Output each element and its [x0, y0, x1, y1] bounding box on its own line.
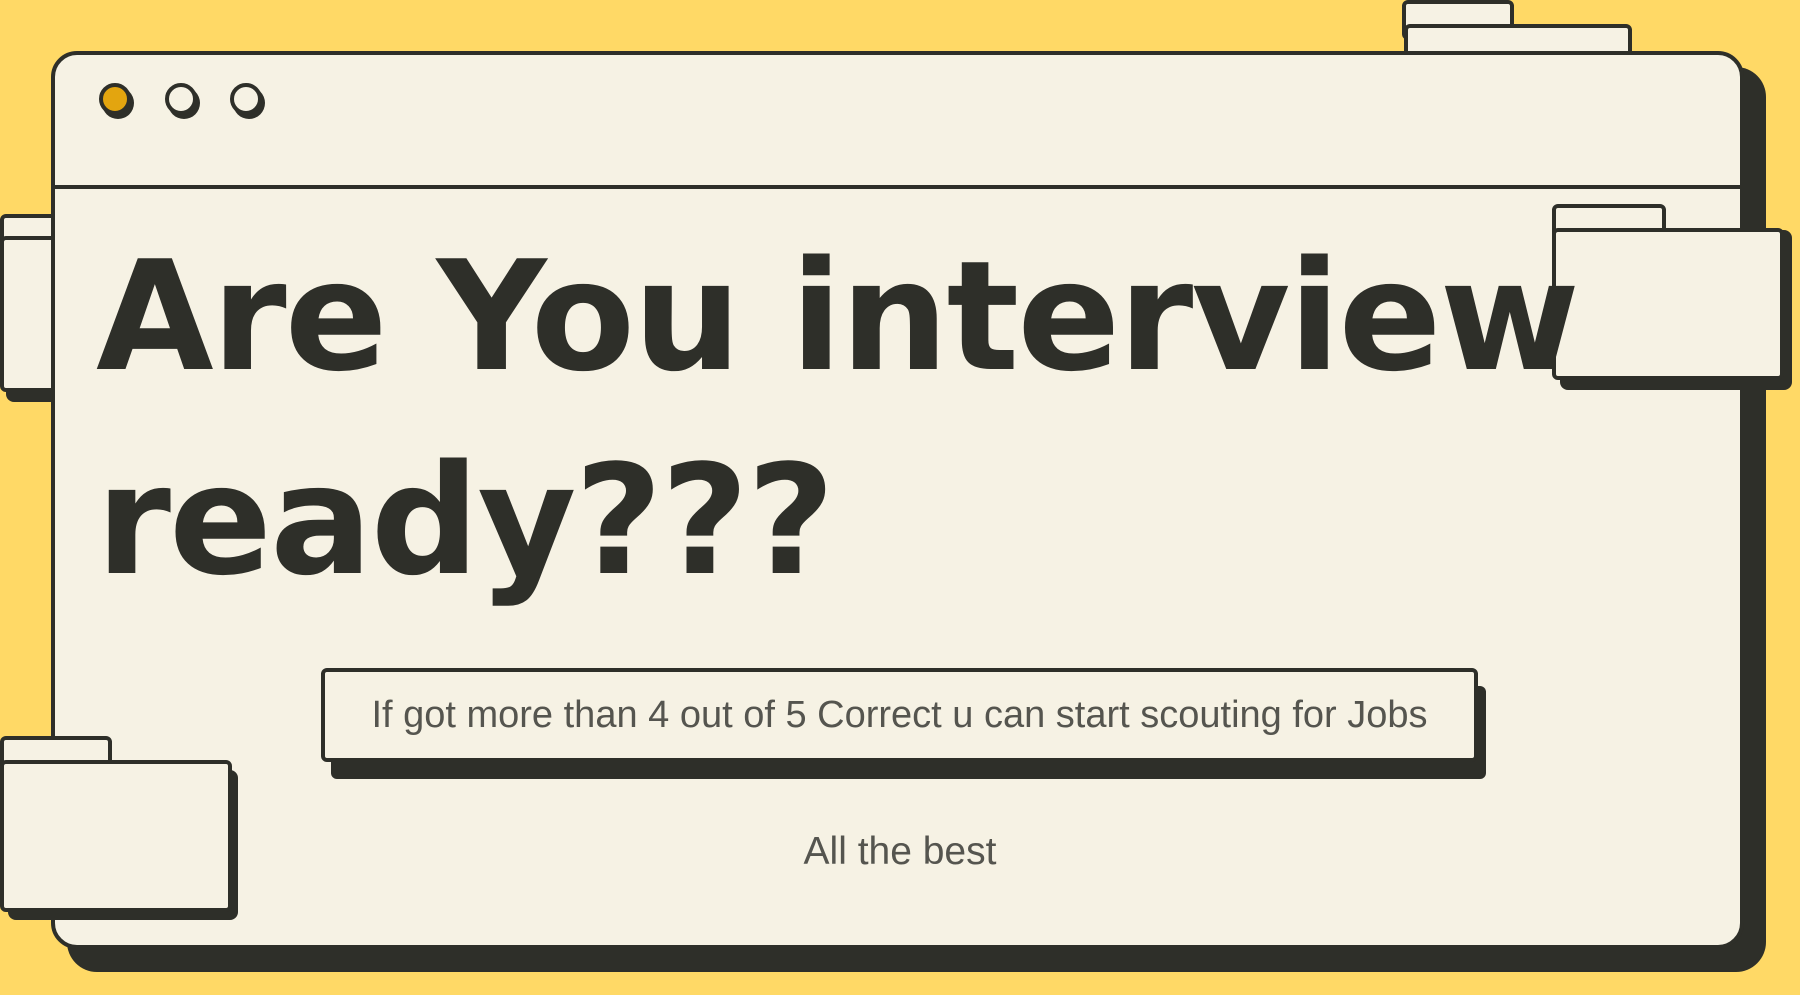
- closing-message: All the best: [803, 830, 997, 873]
- window-dot-maximize-icon[interactable]: [230, 83, 262, 115]
- headline-line-1: Are You interview: [96, 228, 1580, 405]
- instruction-note: If got more than 4 out of 5 Correct u ca…: [321, 668, 1478, 762]
- headline-line-2: ready???: [96, 432, 835, 609]
- instruction-note-text: If got more than 4 out of 5 Correct u ca…: [371, 693, 1428, 736]
- page-headline: Are You interview ready???: [96, 215, 1596, 623]
- window-dot-close-icon[interactable]: [99, 83, 131, 115]
- titlebar-divider: [55, 185, 1740, 189]
- window-dot-minimize-icon[interactable]: [165, 83, 197, 115]
